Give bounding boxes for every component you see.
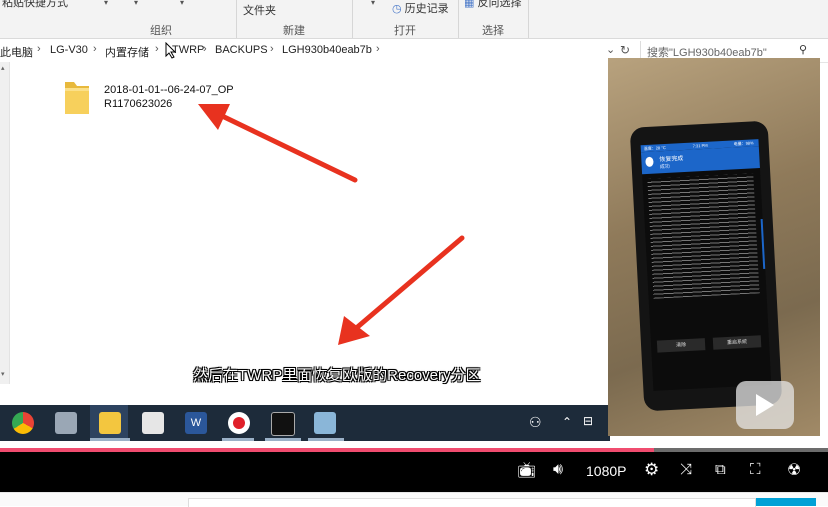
widescreen-icon[interactable]: ⧉ bbox=[715, 461, 726, 478]
people-icon[interactable]: ⚇ bbox=[529, 414, 542, 431]
terminal-icon[interactable] bbox=[271, 412, 295, 436]
app-window-icon[interactable] bbox=[55, 412, 77, 434]
phone: 温度：28 °C 7:31 PM 电量：98% 恢复完成 成功 清除 重启系统 bbox=[629, 120, 783, 412]
webcam-overlay: 温度：28 °C 7:31 PM 电量：98% 恢复完成 成功 清除 重启系统 bbox=[608, 58, 820, 436]
player-controls: 📺︎ 🔊︎ 1080P ⚙ ⤨ ⧉ ⛶ ☢ bbox=[0, 452, 828, 492]
shuffle-icon[interactable]: ⤨ bbox=[680, 461, 692, 478]
video-subtitle: 然后在TWRP里面恢复欧版的Recovery分区 bbox=[193, 367, 481, 384]
phone-subtitle: 成功 bbox=[659, 163, 670, 171]
phone-wipe-button: 清除 bbox=[656, 338, 706, 353]
phone-scrollbar bbox=[760, 218, 766, 270]
app-icon[interactable] bbox=[314, 412, 336, 434]
phone-status-time: 7:31 PM bbox=[692, 142, 708, 149]
play-icon bbox=[756, 394, 774, 416]
file-explorer-icon bbox=[99, 412, 121, 434]
twrp-logo-icon bbox=[645, 156, 654, 168]
fullscreen-icon[interactable]: ⛶ bbox=[750, 461, 761, 478]
chrome-icon[interactable] bbox=[12, 412, 34, 434]
chevron-up-icon[interactable]: ⌃ bbox=[562, 415, 572, 429]
bilibili-play-icon[interactable] bbox=[736, 381, 794, 429]
record-icon[interactable] bbox=[228, 412, 250, 434]
volume-icon[interactable]: 🔊︎ bbox=[553, 461, 563, 479]
page-bottom-strip bbox=[0, 492, 828, 507]
phone-log bbox=[647, 173, 760, 299]
taskbar-indicator bbox=[308, 438, 344, 441]
windows-taskbar: W ⚇ ⌃ ⊟ bbox=[0, 405, 610, 441]
radiation-icon[interactable]: ☢ bbox=[787, 460, 801, 480]
phone-title: 恢复完成 bbox=[659, 156, 684, 164]
phone-header: 恢复完成 成功 bbox=[640, 146, 760, 175]
quality-button[interactable]: 1080P bbox=[586, 463, 626, 479]
taskbar-indicator bbox=[222, 438, 254, 441]
danmaku-tv-icon[interactable]: 📺︎ bbox=[517, 461, 536, 479]
comment-input[interactable] bbox=[188, 498, 756, 507]
annotation-arrow-icon bbox=[198, 104, 358, 183]
taskbar-active-item[interactable] bbox=[90, 405, 128, 441]
mail-icon[interactable] bbox=[142, 412, 164, 434]
annotation-arrow-icon bbox=[338, 235, 465, 345]
network-icon[interactable]: ⊟ bbox=[583, 414, 593, 428]
word-icon[interactable]: W bbox=[185, 412, 207, 434]
phone-reboot-button: 重启系统 bbox=[712, 335, 762, 350]
taskbar-indicator bbox=[265, 438, 301, 441]
phone-screen: 温度：28 °C 7:31 PM 电量：98% 恢复完成 成功 清除 重启系统 bbox=[640, 139, 772, 391]
taskbar-indicator bbox=[90, 438, 130, 441]
settings-gear-icon[interactable]: ⚙ bbox=[644, 460, 659, 480]
